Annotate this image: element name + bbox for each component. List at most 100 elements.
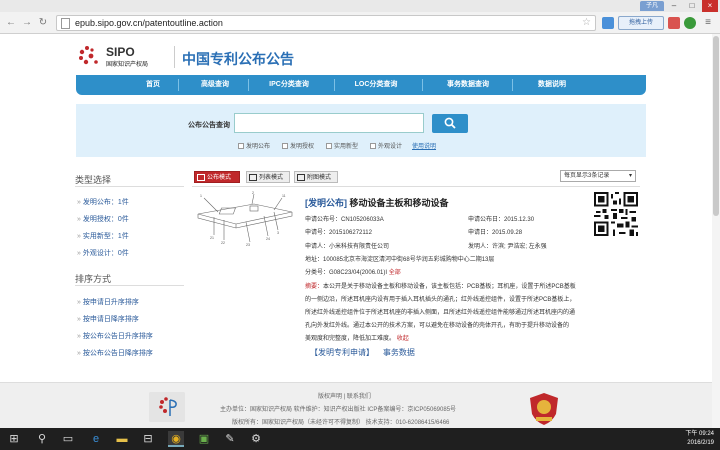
police-badge-icon[interactable] — [528, 392, 560, 426]
start-icon[interactable]: ⊞ — [6, 431, 22, 447]
minimize-icon[interactable]: – — [666, 0, 682, 12]
nav-advanced-search[interactable]: 高级查询 — [190, 75, 240, 95]
checkbox-icon[interactable] — [238, 142, 244, 149]
type-item[interactable]: » 实用新型：1件 — [77, 231, 129, 241]
sort-item[interactable]: » 按申请日降序排序 — [77, 314, 139, 324]
search-icon[interactable]: ⚲ — [34, 431, 50, 447]
tab-label: 公布模式 — [207, 175, 232, 181]
chrome-icon[interactable]: ◉ — [168, 431, 184, 447]
svg-text:24: 24 — [266, 237, 270, 241]
filter-label: 实用新型 — [334, 144, 359, 150]
qr-code — [594, 192, 638, 236]
filter-utility-model[interactable]: 实用新型 — [326, 141, 358, 150]
address: 地址：100085北京市海淀区清河中街68号华润五彩城购物中心二期13层 — [305, 257, 495, 263]
filter-design[interactable]: 外观设计 — [370, 141, 402, 150]
scrollbar-thumb[interactable] — [713, 36, 719, 216]
result-title[interactable]: [发明公布] 移动设备主板和移动设备 — [305, 196, 449, 209]
app-date: 申请日：2015.09.28 — [468, 230, 523, 236]
chevron-right-icon: » — [77, 333, 81, 340]
store-icon[interactable]: ⊟ — [140, 431, 156, 447]
tab-label: 附图模式 — [307, 175, 332, 181]
url-field[interactable]: epub.sipo.gov.cn/patentoutline.action ☆ — [56, 15, 596, 31]
nav-loc-search[interactable]: LOC分类查询 — [348, 75, 404, 95]
folder-icon[interactable]: ▬ — [114, 431, 130, 447]
per-page-value: 每页显示3条记录 — [564, 173, 610, 179]
ipc-all-link[interactable]: 全部 — [389, 270, 401, 276]
nav-affairs-search[interactable]: 事务数据查询 — [436, 75, 500, 95]
footer-links[interactable]: 版权声明 | 联系我们 — [318, 391, 371, 400]
maximize-icon[interactable]: □ — [684, 0, 700, 12]
nav-ipc-search[interactable]: IPC分类查询 — [262, 75, 316, 95]
nav-separator — [422, 79, 423, 91]
bookmark-star-icon[interactable]: ☆ — [582, 17, 591, 28]
collapse-link[interactable]: 收起 — [397, 336, 409, 342]
app-icon[interactable]: ▣ — [196, 431, 212, 447]
back-icon[interactable]: ← — [4, 16, 18, 30]
type-item[interactable]: » 发明授权：0件 — [77, 214, 129, 224]
nav-data-notes[interactable]: 数据说明 — [526, 75, 578, 95]
search-input[interactable] — [234, 113, 424, 133]
sort-item[interactable]: » 按公布公告日降序排序 — [77, 348, 153, 358]
extension-red-icon[interactable] — [668, 17, 680, 29]
svg-text:11: 11 — [282, 194, 286, 198]
abstract-line: 美观度和完整度，降低加工难度。 收起 — [305, 333, 637, 342]
sort-item[interactable]: » 按公布公告日升序排序 — [77, 331, 153, 341]
tab-image-mode[interactable]: 附图模式 — [294, 171, 338, 183]
clock[interactable]: 下午 09:24 2016/2/19 — [685, 430, 714, 448]
applicant: 申请人：小米科技有限责任公司 — [305, 244, 390, 250]
user-badge[interactable]: 子凡 — [639, 1, 664, 11]
help-link[interactable]: 使用说明 — [412, 141, 436, 150]
filter-invention-pub[interactable]: 发明公布 — [238, 141, 270, 150]
chevron-right-icon: » — [77, 233, 81, 240]
forward-icon[interactable]: → — [20, 16, 34, 30]
extension-cloud-icon[interactable] — [602, 17, 614, 29]
abstract-line: 所述红外线遥控组件位于所述耳机座的非插入侧面，且所述红外线遥控组件能够通过所述耳… — [305, 310, 576, 316]
sort-item-label: 按公布公告日升序排序 — [82, 333, 153, 340]
svg-text:1: 1 — [200, 194, 202, 198]
type-item[interactable]: » 发明公布：1件 — [77, 197, 129, 207]
chevron-right-icon: » — [77, 316, 81, 323]
tools-icon[interactable]: ✎ — [222, 431, 238, 447]
sidebar-divider — [75, 285, 184, 286]
result-links: 【发明专利申请】 事务数据 — [310, 347, 415, 358]
logo-cn-text: 国家知识产权局 — [106, 62, 149, 68]
extension-green-icon[interactable] — [684, 17, 696, 29]
apply-link[interactable]: 【发明专利申请】 — [310, 348, 374, 357]
clock-date: 2016/2/19 — [687, 440, 714, 446]
search-button[interactable] — [432, 114, 468, 133]
settings-icon[interactable]: ⚙ — [248, 431, 264, 447]
flag-icon — [197, 174, 205, 181]
type-item-label: 发明公布：1件 — [82, 199, 129, 206]
page-scrollbar[interactable] — [712, 34, 720, 428]
affairs-link[interactable]: 事务数据 — [383, 348, 415, 357]
tab-list-mode[interactable]: 列表模式 — [246, 171, 290, 183]
close-icon[interactable]: × — [702, 0, 718, 12]
per-page-select[interactable]: 每页显示3条记录 ▾ — [560, 170, 636, 182]
nav-home[interactable]: 首页 — [136, 75, 170, 95]
patent-drawing[interactable]: 21 22 23 24 3 1 2 11 — [194, 190, 296, 252]
ipc-class: 分类号：G08C23/04(2006.01)I 全部 — [305, 267, 401, 276]
nav-separator — [178, 79, 179, 91]
edge-icon[interactable]: e — [88, 431, 104, 447]
drag-upload-button[interactable]: 拖拽上传 — [618, 16, 664, 30]
abstract-text: 美观度和完整度，降低加工难度。 — [305, 336, 396, 342]
search-label: 公布公告查询 — [188, 122, 230, 129]
filter-invention-grant[interactable]: 发明授权 — [282, 141, 314, 150]
result-title-text: 移动设备主板和移动设备 — [349, 198, 449, 208]
reload-icon[interactable]: ↻ — [36, 16, 50, 30]
sidebar-divider — [75, 186, 184, 187]
app-number: 申请号：2015106272112 — [305, 230, 372, 236]
checkbox-icon[interactable] — [282, 142, 288, 149]
tab-publication-mode[interactable]: 公布模式 — [194, 171, 240, 183]
task-view-icon[interactable]: ▭ — [60, 431, 76, 447]
taskbar: ⊞ ⚲ ▭ e ▬ ⊟ ◉ ▣ ✎ ⚙ 下午 09:24 2016/2/19 — [0, 428, 720, 450]
nav-separator — [334, 79, 335, 91]
type-item[interactable]: » 外观设计：0件 — [77, 248, 129, 258]
menu-icon[interactable]: ≡ — [702, 17, 714, 29]
results-divider — [192, 186, 640, 187]
checkbox-icon[interactable] — [326, 142, 332, 149]
footer-sipo-emblem-icon — [149, 392, 185, 422]
checkbox-icon[interactable] — [370, 142, 376, 149]
sort-item[interactable]: » 按申请日升序排序 — [77, 297, 139, 307]
type-item-label: 外观设计：0件 — [82, 250, 129, 257]
